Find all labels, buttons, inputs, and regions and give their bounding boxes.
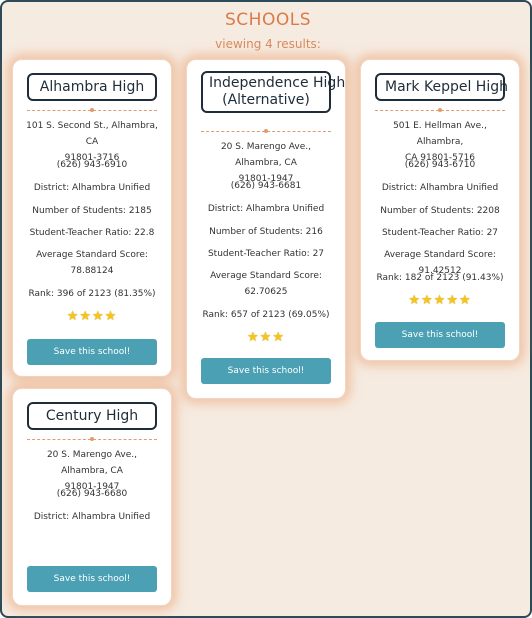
star-icon: ★ xyxy=(247,330,260,345)
star-rating: ★★★★ xyxy=(13,309,171,324)
school-ratio: Student-Teacher Ratio: 27 xyxy=(207,249,325,259)
star-icon: ★ xyxy=(433,293,447,308)
school-district: District: Alhambra Unified xyxy=(33,183,151,193)
star-icon: ★ xyxy=(259,330,273,345)
school-rank: Rank: 182 of 2123 (91.43%) xyxy=(376,273,504,283)
star-icon: ★ xyxy=(79,309,92,324)
school-district: District: Alhambra Unified xyxy=(381,183,499,193)
save-school-button[interactable]: Save this school! xyxy=(27,339,157,365)
star-icon: ★ xyxy=(104,309,118,324)
school-phone: (626) 943-6910 xyxy=(56,160,128,170)
school-card-century-high: Century High 20 S. Marengo Ave., Alhambr… xyxy=(12,388,172,606)
star-icon: ★ xyxy=(408,293,422,308)
school-card-alhambra-high: Alhambra High 101 S. Second St., Alhambr… xyxy=(12,59,172,377)
school-avg-score: Average Standard Score: 62.70625 xyxy=(210,271,322,297)
school-phone: (626) 943-6710 xyxy=(404,160,476,170)
divider xyxy=(27,439,157,440)
school-students: Number of Students: 2185 xyxy=(32,206,152,216)
school-ratio: Student-Teacher Ratio: 22.8 xyxy=(29,228,155,238)
school-rank: Rank: 657 of 2123 (69.05%) xyxy=(202,310,330,320)
star-rating: ★★★ xyxy=(187,330,345,345)
divider xyxy=(27,110,157,111)
star-icon: ★ xyxy=(458,293,472,308)
results-count: viewing 4 results: xyxy=(215,37,321,51)
page-title: SCHOOLS xyxy=(225,10,311,30)
save-school-button[interactable]: Save this school! xyxy=(375,322,505,348)
school-avg-score: Average Standard Score: 78.88124 xyxy=(36,250,148,276)
school-phone: (626) 943-6680 xyxy=(56,489,128,499)
save-school-button[interactable]: Save this school! xyxy=(27,566,157,592)
school-students: Number of Students: 2208 xyxy=(380,206,500,216)
star-icon: ★ xyxy=(92,309,105,324)
school-name: Century High xyxy=(27,402,157,430)
school-card-independence-high: Independence High (Alternative) 20 S. Ma… xyxy=(186,59,346,399)
school-name: Independence High (Alternative) xyxy=(201,71,345,113)
star-icon: ★ xyxy=(446,293,459,308)
divider xyxy=(375,110,505,111)
school-district: District: Alhambra Unified xyxy=(33,512,151,522)
star-rating: ★★★★★ xyxy=(361,293,519,308)
school-rank: Rank: 396 of 2123 (81.35%) xyxy=(28,289,156,299)
school-students: Number of Students: 216 xyxy=(209,227,323,237)
school-ratio: Student-Teacher Ratio: 27 xyxy=(381,228,499,238)
divider xyxy=(201,131,331,132)
school-card-mark-keppel-high: Mark Keppel High 501 E. Hellman Ave., Al… xyxy=(360,59,520,361)
star-icon: ★ xyxy=(66,309,80,324)
star-icon: ★ xyxy=(272,330,285,345)
school-name: Alhambra High xyxy=(27,73,157,101)
star-icon: ★ xyxy=(421,293,434,308)
schools-panel: SCHOOLS viewing 4 results: Alhambra High… xyxy=(0,0,532,618)
save-school-button[interactable]: Save this school! xyxy=(201,358,331,384)
school-name: Mark Keppel High xyxy=(375,73,508,101)
school-district: District: Alhambra Unified xyxy=(207,204,325,214)
school-phone: (626) 943-6681 xyxy=(230,181,302,191)
